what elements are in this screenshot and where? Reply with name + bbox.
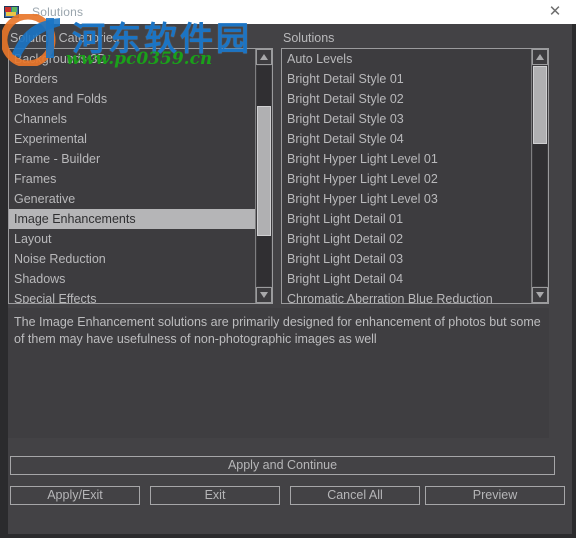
category-item[interactable]: Boxes and Folds (9, 89, 255, 109)
solution-item[interactable]: Chromatic Aberration Blue Reduction (282, 289, 531, 303)
category-item[interactable]: Backgrounds 3D (9, 49, 255, 69)
solutions-label: Solutions (283, 31, 335, 45)
preview-button[interactable]: Preview (425, 486, 565, 505)
solution-item[interactable]: Bright Detail Style 04 (282, 129, 531, 149)
categories-listbox[interactable]: Backgrounds 3D Borders Boxes and Folds Chan… (8, 48, 273, 304)
solution-item[interactable]: Bright Hyper Light Level 03 (282, 189, 531, 209)
solution-item[interactable]: Bright Detail Style 03 (282, 109, 531, 129)
category-item[interactable]: Shadows (9, 269, 255, 289)
right-edge (572, 24, 576, 538)
solutions-list-items[interactable]: Auto Levels Bright Detail Style 01 Bright … (282, 49, 531, 303)
apply-and-continue-button[interactable]: Apply and Continue (10, 456, 555, 475)
category-item[interactable]: Generative (9, 189, 255, 209)
solution-item[interactable]: Bright Hyper Light Level 02 (282, 169, 531, 189)
categories-scroll-track[interactable] (257, 66, 271, 286)
scroll-up-icon[interactable] (532, 49, 548, 65)
category-item[interactable]: Frames (9, 169, 255, 189)
solution-item[interactable]: Bright Light Detail 04 (282, 269, 531, 289)
left-edge (0, 24, 8, 538)
apply-exit-button[interactable]: Apply/Exit (10, 486, 140, 505)
categories-list-items[interactable]: Backgrounds 3D Borders Boxes and Folds Chan… (9, 49, 255, 303)
category-item[interactable]: Layout (9, 229, 255, 249)
title-bar: Solutions ✕ (0, 0, 576, 24)
bottom-edge (0, 534, 576, 538)
solution-item[interactable]: Bright Detail Style 02 (282, 89, 531, 109)
category-item[interactable]: Channels (9, 109, 255, 129)
scroll-down-icon[interactable] (256, 287, 272, 303)
description-text: The Image Enhancement solutions are prim… (8, 308, 549, 438)
cancel-all-button[interactable]: Cancel All (290, 486, 420, 505)
solution-item[interactable]: Bright Light Detail 03 (282, 249, 531, 269)
category-item[interactable]: Frame - Builder (9, 149, 255, 169)
solution-item[interactable]: Bright Light Detail 02 (282, 229, 531, 249)
category-item[interactable]: Noise Reduction (9, 249, 255, 269)
solutions-scroll-thumb[interactable] (533, 66, 547, 144)
scroll-up-icon[interactable] (256, 49, 272, 65)
category-item[interactable]: Experimental (9, 129, 255, 149)
categories-label: Solution Categories (10, 31, 120, 45)
solutions-scroll-track[interactable] (533, 66, 547, 286)
category-item[interactable]: Special Effects (9, 289, 255, 303)
categories-scroll-thumb[interactable] (257, 106, 271, 236)
solution-item[interactable]: Auto Levels (282, 49, 531, 69)
solutions-listbox[interactable]: Auto Levels Bright Detail Style 01 Bright … (281, 48, 549, 304)
solution-item[interactable]: Bright Detail Style 01 (282, 69, 531, 89)
categories-scrollbar[interactable] (255, 49, 272, 303)
solutions-dialog: Solutions ✕ Solution Categories Solution… (0, 0, 576, 538)
window-title: Solutions (32, 5, 84, 19)
solution-item[interactable]: Bright Light Detail 01 (282, 209, 531, 229)
category-item[interactable]: Image Enhancements (9, 209, 255, 229)
close-icon[interactable]: ✕ (540, 2, 570, 22)
exit-button[interactable]: Exit (150, 486, 280, 505)
category-item[interactable]: Borders (9, 69, 255, 89)
scroll-down-icon[interactable] (532, 287, 548, 303)
app-icon (4, 4, 20, 20)
solution-item[interactable]: Bright Hyper Light Level 01 (282, 149, 531, 169)
solutions-scrollbar[interactable] (531, 49, 548, 303)
